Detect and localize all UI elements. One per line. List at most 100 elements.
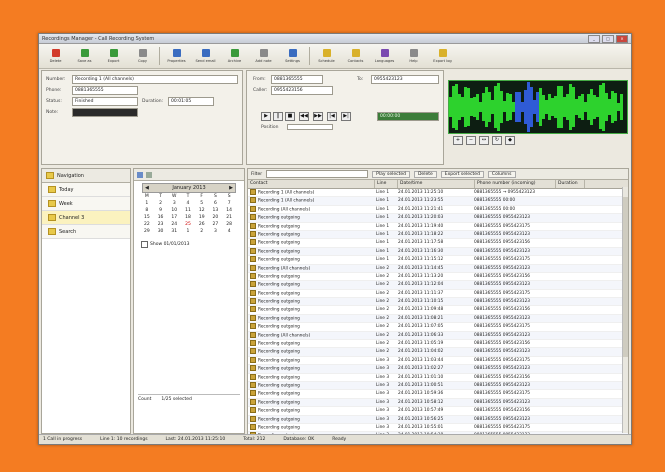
calendar-day[interactable]: 22	[140, 222, 154, 227]
list-view-icon[interactable]	[146, 171, 152, 178]
toolbar-button[interactable]: Contacts	[341, 45, 370, 67]
table-row[interactable]: Recording outgoing Line 3 24.01.2013 10:56…	[248, 415, 628, 424]
calendar-day[interactable]: 1	[140, 201, 154, 206]
column-header[interactable]: Contact	[248, 180, 375, 188]
calendar-day[interactable]: 7	[222, 201, 236, 206]
calendar-day[interactable]: 2	[154, 201, 168, 206]
table-row[interactable]: Recording outgoing Line 3 24.01.2013 10:59…	[248, 390, 628, 399]
table-row[interactable]: Recording outgoing Line 1 24.01.2013 11:19…	[248, 222, 628, 231]
calendar-day[interactable]: 21	[222, 215, 236, 220]
calendar-day[interactable]: 1	[181, 229, 195, 234]
toolbar-button[interactable]: Export log	[428, 45, 457, 67]
calendar-day[interactable]: 14	[222, 208, 236, 213]
table-row[interactable]: Recording outgoing Line 3 24.01.2013 10:55…	[248, 423, 628, 433]
calendar-day[interactable]: 28	[222, 222, 236, 227]
calendar-day[interactable]: 31	[167, 229, 181, 234]
list-scrollbar[interactable]	[622, 187, 628, 433]
table-row[interactable]: Recording outgoing Line 2 24.01.2013 11:07…	[248, 323, 628, 332]
table-row[interactable]: Recording outgoing Line 2 24.01.2013 11:05…	[248, 340, 628, 349]
table-row[interactable]: Recording outgoing Line 1 24.01.2013 11:15…	[248, 256, 628, 265]
calendar-day[interactable]: 16	[154, 215, 168, 220]
minimize-button[interactable]: _	[588, 34, 600, 43]
month-selector[interactable]: ◀ January 2013 ▶	[142, 183, 236, 193]
table-row[interactable]: Recording (All channels) Line 1 24.01.2013…	[248, 205, 628, 215]
table-row[interactable]: Recording outgoing Line 1 24.01.2013 11:20…	[248, 214, 628, 223]
date-filter[interactable]: Show 01/01/2013	[141, 241, 190, 248]
nav-item[interactable]: Channel 3	[42, 211, 130, 225]
table-row[interactable]: Recording outgoing Line 2 24.01.2013 11:04…	[248, 348, 628, 357]
toolbar-button[interactable]: Delete	[41, 45, 70, 67]
toolbar-button[interactable]: Send email	[191, 45, 220, 67]
calendar-day[interactable]: 27	[209, 222, 223, 227]
maximize-button[interactable]: □	[602, 34, 614, 43]
zoom-fit-button[interactable]: ↔	[479, 136, 489, 145]
forward-button[interactable]: ▶▶	[313, 112, 323, 121]
table-row[interactable]: Recording 1 (All channels) Line 1 24.01.20…	[248, 189, 628, 198]
calendar-day[interactable]: 5	[195, 201, 209, 206]
table-row[interactable]: Recording outgoing Line 3 24.01.2013 11:00…	[248, 381, 628, 391]
calendar-day[interactable]: 15	[140, 215, 154, 220]
table-row[interactable]: Recording outgoing Line 2 24.01.2013 11:08…	[248, 314, 628, 324]
toolbar-button[interactable]: Help	[399, 45, 428, 67]
calendar-day[interactable]: 9	[154, 208, 168, 213]
to-field[interactable]: 0955423123	[371, 75, 439, 84]
zoom-out-button[interactable]: −	[466, 136, 476, 145]
calendar-day[interactable]: 4	[222, 229, 236, 234]
calendar-day[interactable]: 25	[181, 222, 195, 227]
table-row[interactable]: Recording outgoing Line 3 24.01.2013 10:57…	[248, 407, 628, 416]
calendar-day[interactable]: 24	[167, 222, 181, 227]
calendar-day[interactable]: 4	[181, 201, 195, 206]
table-row[interactable]: Recording outgoing Line 1 24.01.2013 11:18…	[248, 230, 628, 240]
date-filter-checkbox[interactable]	[141, 241, 148, 248]
calendar-day[interactable]: 10	[167, 208, 181, 213]
number-field[interactable]: 0881365555	[72, 86, 138, 95]
toolbar-button[interactable]: Export	[99, 45, 128, 67]
table-row[interactable]: Recording (All channels) Line 2 24.01.2013…	[248, 264, 628, 273]
calendar-day[interactable]: 20	[209, 215, 223, 220]
table-row[interactable]: Recording 1 (All channels) Line 1 24.01.20…	[248, 197, 628, 206]
calendar-day[interactable]: 12	[195, 208, 209, 213]
list-toolbar-button[interactable]: Export selected	[440, 170, 484, 178]
list-toolbar-button[interactable]: Columns	[487, 170, 516, 178]
marker-button[interactable]: ◆	[505, 136, 515, 145]
calendar-day[interactable]: 3	[167, 201, 181, 206]
nav-item[interactable]: Today	[42, 183, 130, 197]
table-row[interactable]: Recording outgoing Line 2 24.01.2013 11:09…	[248, 306, 628, 315]
table-row[interactable]: Recording outgoing Line 3 24.01.2013 10:58…	[248, 398, 628, 408]
toolbar-button[interactable]: Add note	[249, 45, 278, 67]
list-toolbar-button[interactable]: Play selected	[372, 170, 410, 178]
column-header[interactable]: Phone number (incoming)	[475, 180, 556, 188]
calendar-day[interactable]: 6	[209, 201, 223, 206]
calendar-day[interactable]: 13	[209, 208, 223, 213]
table-row[interactable]: Recording outgoing Line 2 24.01.2013 11:11…	[248, 289, 628, 299]
list-toolbar-button[interactable]: Delete	[413, 170, 437, 178]
next-button[interactable]: ▶|	[341, 112, 351, 121]
next-month-icon[interactable]: ▶	[229, 184, 235, 192]
waveform-display[interactable]	[448, 80, 628, 134]
toolbar-button[interactable]: Schedule	[312, 45, 341, 67]
prev-button[interactable]: |◀	[327, 112, 337, 121]
calendar-day[interactable]: 19	[195, 215, 209, 220]
note-field[interactable]	[72, 108, 138, 117]
calendar-icon[interactable]	[137, 171, 143, 178]
table-row[interactable]: Recording outgoing Line 2 24.01.2013 11:12…	[248, 281, 628, 290]
calendar-day[interactable]: 23	[154, 222, 168, 227]
toolbar-button[interactable]: Archive	[220, 45, 249, 67]
caller-field[interactable]: Recording 1 (All channels)	[72, 75, 238, 84]
stop-button[interactable]: ■	[285, 112, 295, 121]
calendar-day[interactable]: 17	[167, 215, 181, 220]
calendar-day[interactable]: 29	[140, 229, 154, 234]
player-caller-field[interactable]: 0955423156	[271, 86, 333, 95]
column-header[interactable]: Duration	[556, 180, 585, 188]
table-row[interactable]: Recording outgoing Line 1 24.01.2013 11:16…	[248, 247, 628, 257]
calendar-day[interactable]: 2	[195, 229, 209, 234]
calendar-day[interactable]: 3	[209, 229, 223, 234]
nav-item[interactable]: Week	[42, 197, 130, 211]
toolbar-button[interactable]: Settings	[278, 45, 307, 67]
table-row[interactable]: Recording (All channels) Line 2 24.01.2013…	[248, 331, 628, 341]
pause-button[interactable]: ‖	[273, 112, 283, 121]
zoom-in-button[interactable]: +	[453, 136, 463, 145]
scrollbar-thumb[interactable]	[623, 197, 628, 357]
calendar-day[interactable]: 8	[140, 208, 154, 213]
rewind-button[interactable]: ◀◀	[299, 112, 309, 121]
